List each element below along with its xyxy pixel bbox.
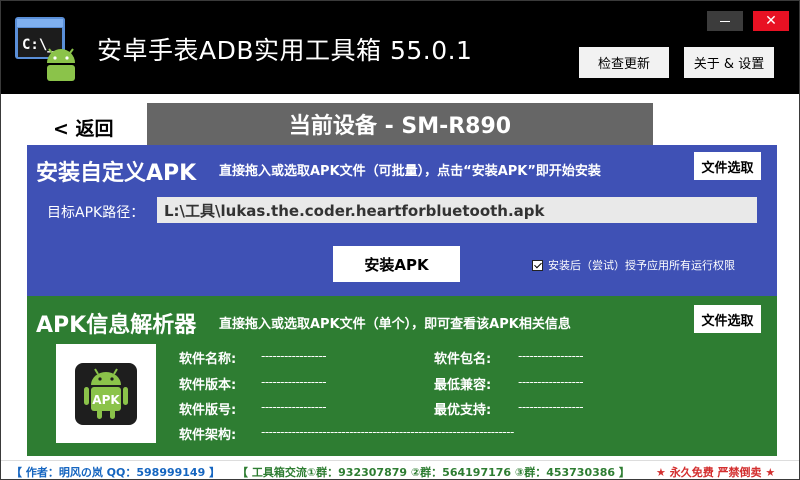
app-window: C:\_ 安卓手表ADB实用工具箱 55.0.1 ✕ 检查更新 关于 & 设置 … — [0, 0, 800, 480]
target-support-label: 最优支持: — [434, 403, 492, 418]
current-device-banner: 当前设备 - SM-R890 — [147, 103, 653, 145]
close-icon: ✕ — [765, 13, 777, 29]
version-code-value: ----------------- — [261, 400, 327, 414]
min-compat-label: 最低兼容: — [434, 378, 492, 393]
software-arch-label: 软件架构: — [179, 428, 237, 443]
apk-info-panel: APK信息解析器 直接拖入或选取APK文件（单个），即可查看该APK相关信息 文… — [27, 296, 777, 456]
install-section-description: 直接拖入或选取APK文件（可批量），点击“安装APK”即开始安装 — [219, 164, 601, 179]
apk-path-field[interactable]: L:\工具\lukas.the.coder.heartforbluetooth.… — [157, 197, 757, 223]
title-bar: C:\_ 安卓手表ADB实用工具箱 55.0.1 ✕ 检查更新 关于 & 设置 — [1, 1, 799, 94]
install-apk-button[interactable]: 安装APK — [333, 246, 460, 282]
apk-path-label: 目标APK路径： — [47, 205, 145, 221]
minimize-button[interactable] — [707, 11, 743, 31]
install-section-title: 安装自定义APK — [36, 161, 197, 186]
software-name-value: ----------------- — [261, 349, 327, 363]
apk-info-section-description: 直接拖入或选取APK文件（单个），即可查看该APK相关信息 — [219, 317, 571, 332]
package-name-label: 软件包名: — [434, 352, 492, 367]
install-file-select-button[interactable]: 文件选取 — [694, 152, 761, 180]
back-button[interactable]: < 返回 — [53, 114, 114, 141]
status-bar: 【 作者：明风の岚 QQ：598999149 】 【 工具箱交流①群：93230… — [1, 460, 799, 479]
apk-info-section-title: APK信息解析器 — [36, 313, 197, 338]
software-version-value: ----------------- — [261, 375, 327, 389]
about-settings-button[interactable]: 关于 & 设置 — [684, 47, 774, 78]
grant-permissions-checkbox[interactable] — [532, 259, 543, 271]
software-version-label: 软件版本: — [179, 378, 237, 393]
software-name-label: 软件名称: — [179, 352, 237, 367]
apk-logo-frame: APK — [56, 344, 156, 443]
min-compat-value: ----------------- — [518, 375, 584, 389]
close-button[interactable]: ✕ — [753, 11, 789, 31]
author-info: 【 作者：明风の岚 QQ：598999149 】 — [11, 466, 221, 479]
apk-logo-text: APK — [92, 393, 120, 407]
minimize-icon — [720, 20, 730, 22]
grant-permissions-label: 安装后（尝试）授予应用所有运行权限 — [548, 259, 735, 272]
apk-android-icon: APK — [75, 362, 137, 425]
target-support-value: ----------------- — [518, 400, 584, 414]
check-update-button[interactable]: 检查更新 — [579, 47, 669, 78]
group-info: 【 工具箱交流①群：932307879 ②群：564197176 ③群：4537… — [237, 466, 630, 479]
grant-permissions-option[interactable]: 安装后（尝试）授予应用所有运行权限 — [532, 257, 735, 273]
window-title: 安卓手表ADB实用工具箱 55.0.1 — [97, 36, 473, 65]
version-code-label: 软件版号: — [179, 403, 237, 418]
app-logo-icon: C:\_ — [13, 15, 81, 83]
free-notice: ★ 永久免费 严禁倒卖 ★ — [656, 466, 776, 479]
package-name-value: ----------------- — [518, 349, 584, 363]
apk-info-file-select-button[interactable]: 文件选取 — [694, 305, 761, 333]
install-apk-panel: 安装自定义APK 直接拖入或选取APK文件（可批量），点击“安装APK”即开始安… — [27, 145, 777, 296]
software-arch-value: ----------------------------------------… — [261, 425, 514, 439]
